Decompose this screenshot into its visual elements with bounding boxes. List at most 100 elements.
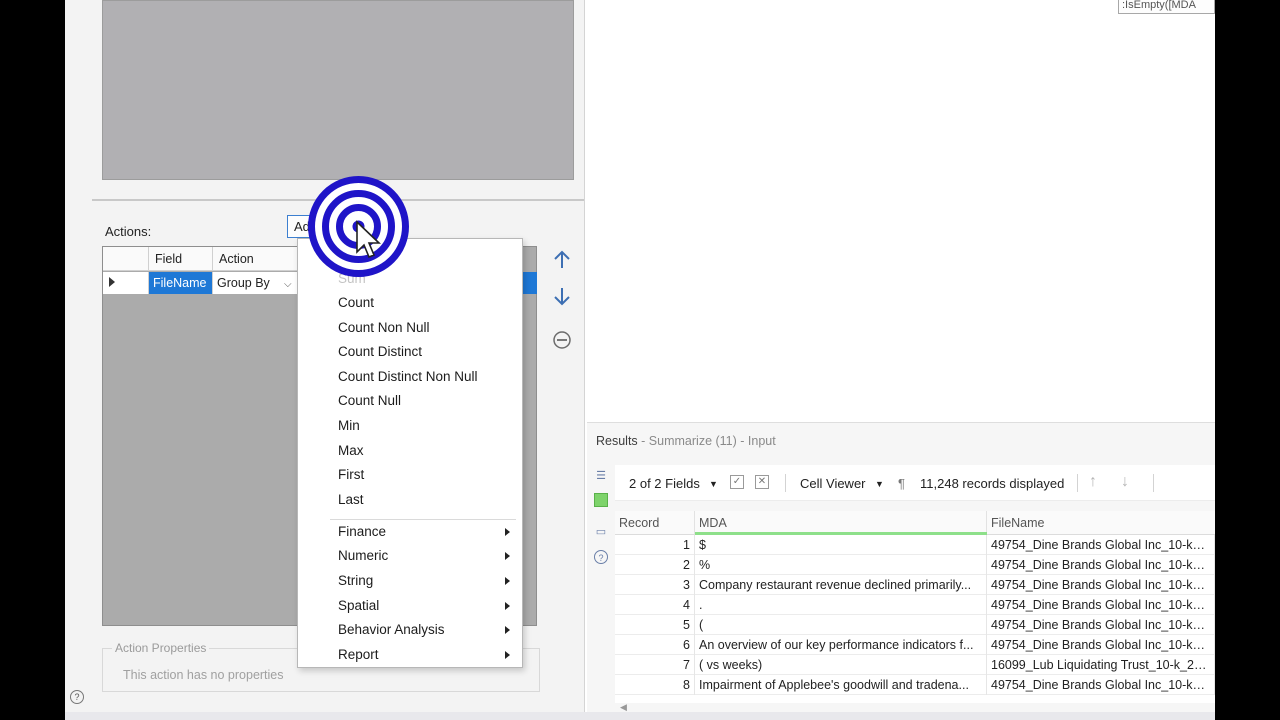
message-icon[interactable]: ▭ xyxy=(594,525,608,539)
menu-item-count-non-null[interactable]: Count Non Null xyxy=(298,316,522,340)
mda-cell[interactable]: % xyxy=(695,555,987,575)
table-row[interactable]: 2 % 49754_Dine Brands Global Inc_10-k_20… xyxy=(615,555,1215,575)
menu-item-count-distinct-non-null[interactable]: Count Distinct Non Null xyxy=(298,365,522,389)
app-window: Actions: Add Field Action FileName Group… xyxy=(65,0,1215,720)
menu-item-first[interactable]: First xyxy=(298,463,522,487)
help-icon[interactable]: ? xyxy=(70,690,84,704)
submenu-arrow-icon xyxy=(505,626,510,634)
record-cell: 1 xyxy=(615,535,695,555)
fields-selector[interactable]: 2 of 2 Fields xyxy=(629,476,700,491)
menu-item-min[interactable]: Min xyxy=(298,414,522,438)
pilcrow-icon[interactable]: ¶ xyxy=(898,476,905,491)
results-title-suffix: - Summarize (11) - Input xyxy=(641,434,776,448)
filename-cell[interactable]: 49754_Dine Brands Global Inc_10-k_201 xyxy=(987,555,1215,575)
menu-item-string[interactable]: String xyxy=(298,569,522,593)
column-header-filename[interactable]: FileName xyxy=(987,511,1215,535)
results-pane: Results - Summarize (11) - Input ☰ ▭ ? 2… xyxy=(587,422,1215,712)
list-icon[interactable]: ☰ xyxy=(594,469,608,483)
minus-circle-icon xyxy=(553,331,571,349)
chevron-down-icon[interactable]: ⌵ xyxy=(284,279,292,290)
mda-cell[interactable]: Impairment of Applebee's goodwill and tr… xyxy=(695,675,987,695)
remove-button[interactable] xyxy=(550,329,574,353)
column-header-record[interactable]: Record xyxy=(615,511,695,535)
menu-item-label: Report xyxy=(338,647,379,662)
menu-item-behavior-analysis[interactable]: Behavior Analysis xyxy=(298,618,522,642)
menu-item-count-null[interactable]: Count Null xyxy=(298,389,522,413)
table-row[interactable]: 3 Company restaurant revenue declined pr… xyxy=(615,575,1215,595)
row-highlight xyxy=(523,272,537,294)
mouse-pointer-icon xyxy=(356,220,381,259)
filename-cell[interactable]: 49754_Dine Brands Global Inc_10-k_201 xyxy=(987,595,1215,615)
move-up-button[interactable] xyxy=(550,249,574,273)
record-cell: 5 xyxy=(615,615,695,635)
filename-cell[interactable]: 49754_Dine Brands Global Inc_10-k_201 xyxy=(987,615,1215,635)
arrow-down-icon[interactable]: ↓ xyxy=(1121,473,1129,491)
results-sidebar: ☰ ▭ ? xyxy=(587,463,613,713)
menu-item-numeric[interactable]: Numeric xyxy=(298,544,522,568)
no-properties-text: This action has no properties xyxy=(123,668,284,682)
mda-cell[interactable]: ( vs weeks) xyxy=(695,655,987,675)
records-count: 11,248 records displayed xyxy=(920,476,1065,491)
record-cell: 4 xyxy=(615,595,695,615)
mda-cell[interactable]: Company restaurant revenue declined prim… xyxy=(695,575,987,595)
field-cell[interactable]: FileName xyxy=(149,272,213,294)
mda-cell[interactable]: $ xyxy=(695,535,987,555)
action-properties-title: Action Properties xyxy=(112,641,210,655)
menu-item-report[interactable]: Report xyxy=(298,643,522,667)
mda-cell[interactable]: . xyxy=(695,595,987,615)
data-view-icon[interactable] xyxy=(594,493,608,507)
table-row[interactable]: 1 $ 49754_Dine Brands Global Inc_10-k_20… xyxy=(615,535,1215,555)
menu-item-last[interactable]: Last xyxy=(298,488,522,512)
menu-item-count-distinct[interactable]: Count Distinct xyxy=(298,340,522,364)
record-cell: 7 xyxy=(615,655,695,675)
cell-viewer-chevron-down-icon[interactable]: ▼ xyxy=(875,479,884,489)
toolbar-divider xyxy=(1077,474,1078,492)
submenu-arrow-icon xyxy=(505,651,510,659)
fields-chevron-down-icon[interactable]: ▼ xyxy=(709,479,718,489)
cell-viewer-button[interactable]: Cell Viewer xyxy=(800,476,866,491)
record-cell: 8 xyxy=(615,675,695,695)
mda-cell[interactable]: ( xyxy=(695,615,987,635)
menu-item-label: Finance xyxy=(338,524,387,539)
menu-item-spatial[interactable]: Spatial xyxy=(298,594,522,618)
grid-row-header-corner xyxy=(103,247,149,271)
arrow-up-icon xyxy=(554,250,570,268)
filename-cell[interactable]: 49754_Dine Brands Global Inc_10-k_201 xyxy=(987,535,1215,555)
add-action-menu: Gro Sum Count Count Non Null Count Disti… xyxy=(297,238,523,668)
action-column-header[interactable]: Action xyxy=(213,247,299,271)
filename-cell[interactable]: 49754_Dine Brands Global Inc_10-k_201 xyxy=(987,635,1215,655)
results-table: Record MDA FileName 1 $ 49754_Dine Brand… xyxy=(615,511,1215,703)
results-title: Results - Summarize (11) - Input xyxy=(596,434,776,448)
preview-area xyxy=(102,0,574,180)
menu-item-label: String xyxy=(338,573,374,588)
checkbox-clear-icon[interactable]: ✕ xyxy=(755,475,769,489)
formula-annotation[interactable]: :IsEmpty([MDA xyxy=(1118,0,1215,14)
table-row[interactable]: 5 ( 49754_Dine Brands Global Inc_10-k_20… xyxy=(615,615,1215,635)
submenu-arrow-icon xyxy=(505,577,510,585)
table-row[interactable]: 7 ( vs weeks) 16099_Lub Liquidating Trus… xyxy=(615,655,1215,675)
checkbox-check-icon[interactable]: ✓ xyxy=(730,475,744,489)
record-cell: 3 xyxy=(615,575,695,595)
actions-label: Actions: xyxy=(105,224,152,239)
status-strip xyxy=(65,712,1215,720)
workflow-canvas[interactable] xyxy=(587,0,1215,420)
move-down-button[interactable] xyxy=(550,285,574,309)
filename-cell[interactable]: 16099_Lub Liquidating Trust_10-k_2018 xyxy=(987,655,1215,675)
menu-item-label: Spatial xyxy=(338,598,380,613)
results-title-prefix: Results xyxy=(596,434,638,448)
mda-cell[interactable]: An overview of our key performance indic… xyxy=(695,635,987,655)
menu-item-max[interactable]: Max xyxy=(298,439,522,463)
help-icon[interactable]: ? xyxy=(594,550,608,564)
table-row[interactable]: 8 Impairment of Applebee's goodwill and … xyxy=(615,675,1215,695)
table-row[interactable]: 4 . 49754_Dine Brands Global Inc_10-k_20… xyxy=(615,595,1215,615)
menu-item-finance[interactable]: Finance xyxy=(298,520,522,544)
toolbar-divider xyxy=(1153,474,1154,492)
filename-cell[interactable]: 49754_Dine Brands Global Inc_10-k_201 xyxy=(987,675,1215,695)
table-row[interactable]: 6 An overview of our key performance ind… xyxy=(615,635,1215,655)
filename-cell[interactable]: 49754_Dine Brands Global Inc_10-k_201 xyxy=(987,575,1215,595)
field-column-header[interactable]: Field xyxy=(149,247,213,271)
arrow-up-icon[interactable]: ↑ xyxy=(1089,473,1097,491)
submenu-arrow-icon xyxy=(505,528,510,536)
menu-item-count[interactable]: Count xyxy=(298,291,522,315)
submenu-arrow-icon xyxy=(505,602,510,610)
